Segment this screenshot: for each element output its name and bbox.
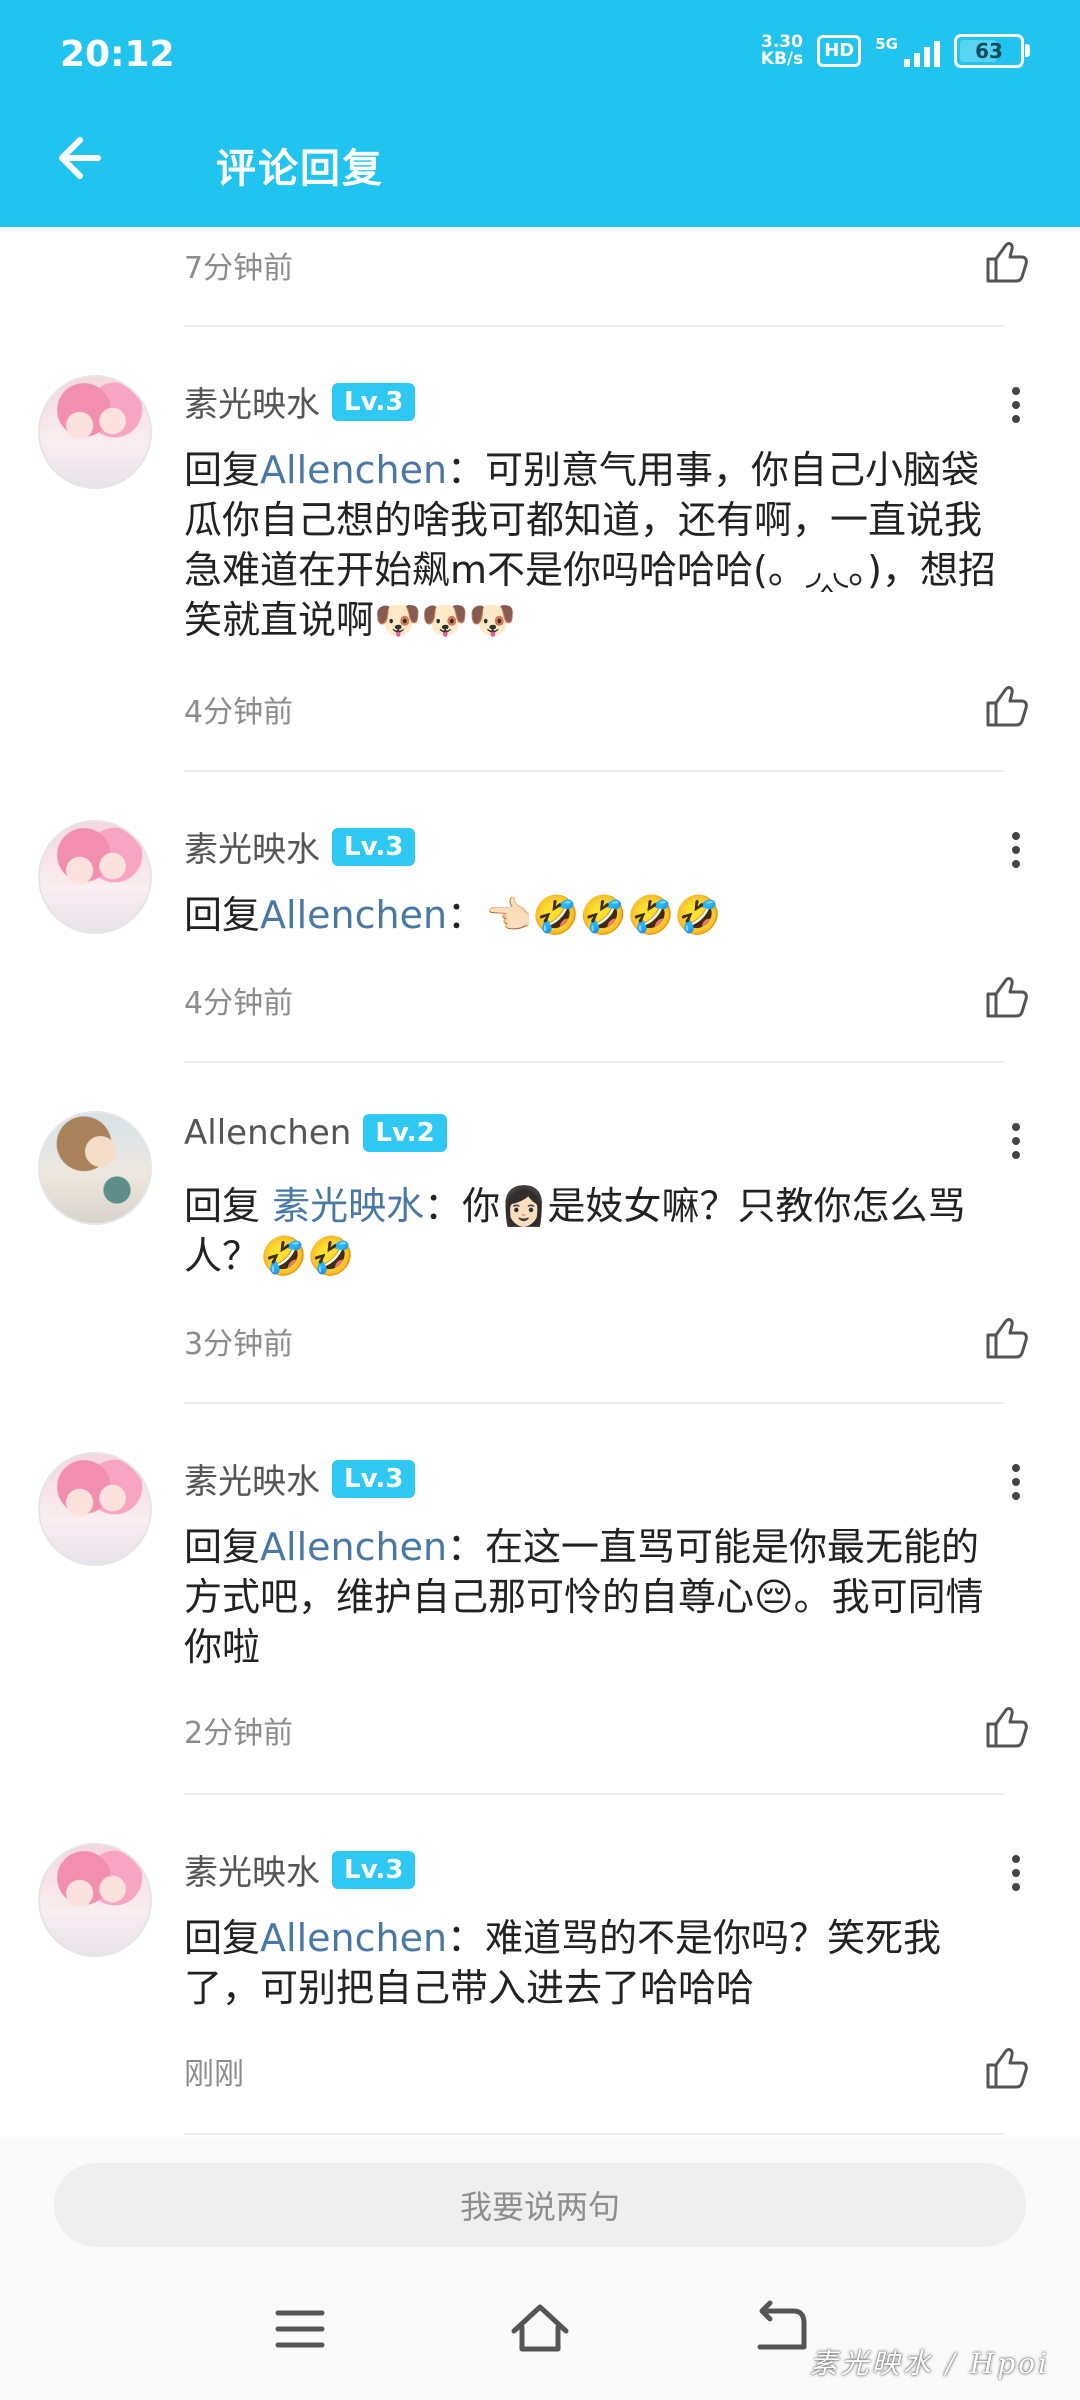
avatar[interactable]: [38, 1843, 152, 1957]
level-badge: Lv.3: [332, 1850, 416, 1889]
divider: [184, 2133, 1004, 2135]
username[interactable]: 素光映水: [184, 377, 320, 426]
thumbs-up-icon[interactable]: [984, 2045, 1030, 2091]
level-badge: Lv.2: [363, 1114, 447, 1152]
level-badge: Lv.3: [332, 827, 416, 866]
avatar[interactable]: [38, 375, 152, 489]
arrow-left-icon: [59, 137, 101, 179]
comment-item: 素光映水 Lv.3 回复Allenchen：可别意气用事，你自己小脑袋瓜你自己想…: [0, 327, 1080, 771]
username[interactable]: 素光映水: [184, 1454, 320, 1503]
comment-time: 4分钟前: [184, 986, 294, 1021]
comment-username-row: 素光映水 Lv.3: [184, 1845, 416, 1894]
reply-input[interactable]: 我要说两句: [54, 2163, 1026, 2247]
more-options-icon[interactable]: [1010, 832, 1022, 872]
avatar[interactable]: [38, 1452, 152, 1566]
bottom-bar: 我要说两句 素光映水 / Hpoi: [0, 2137, 1080, 2400]
comment-text: 回复Allenchen：难道骂的不是你吗？笑死我了，可别把自己带入进去了哈哈哈: [184, 1916, 942, 2010]
comment-username-row: 素光映水 Lv.3: [184, 377, 416, 426]
status-time: 20:12: [60, 34, 175, 75]
comment-text: 回复 素光映水：你👩🏻是妓女嘛？只教你怎么骂人？🤣🤣: [184, 1184, 966, 1278]
comment-time: 3分钟前: [184, 1327, 294, 1362]
more-options-icon[interactable]: [1010, 1464, 1022, 1504]
more-options-icon[interactable]: [1010, 1123, 1022, 1163]
comment-item: 素光映水 Lv.3 回复Allenchen：👈🏻🤣🤣🤣🤣 4分钟前: [0, 772, 1080, 1062]
avatar[interactable]: [38, 1111, 152, 1225]
battery-icon: 63: [954, 34, 1030, 68]
thumbs-up-icon[interactable]: [984, 1315, 1030, 1361]
comment-time: 7分钟前: [184, 251, 294, 286]
list-item: 7分钟前: [0, 227, 1080, 326]
signal-icon: 5G: [875, 35, 940, 67]
hd-icon: HD: [817, 35, 862, 67]
reply-target[interactable]: 素光映水: [272, 1184, 424, 1228]
network-speed: 3.30 KB/s: [760, 32, 804, 69]
username[interactable]: 素光映水: [184, 822, 320, 871]
level-badge: Lv.3: [332, 1459, 416, 1498]
comment-item: 素光映水 Lv.3 回复Allenchen：在这一直骂可能是你最无能的方式吧，维…: [0, 1404, 1080, 1794]
back-button[interactable]: [52, 128, 122, 188]
watermark: 素光映水 / Hpoi: [809, 2347, 1050, 2380]
avatar[interactable]: [38, 820, 152, 934]
thumbs-up-icon[interactable]: [984, 1704, 1030, 1750]
more-options-icon[interactable]: [1010, 1855, 1022, 1895]
comment-username-row: Allenchen Lv.2: [184, 1113, 447, 1153]
level-badge: Lv.3: [332, 382, 416, 421]
status-icons: 3.30 KB/s HD 5G 63: [760, 32, 1030, 69]
comment-time: 4分钟前: [184, 695, 294, 730]
back-nav-icon[interactable]: [748, 2297, 812, 2361]
thumbs-up-icon[interactable]: [984, 683, 1030, 729]
more-options-icon[interactable]: [1010, 387, 1022, 427]
reply-target[interactable]: Allenchen: [260, 893, 447, 937]
username[interactable]: 素光映水: [184, 1845, 320, 1894]
comment-item: 素光映水 Lv.3 回复Allenchen：难道骂的不是你吗？笑死我了，可别把自…: [0, 1795, 1080, 2135]
comment-time: 2分钟前: [184, 1716, 294, 1751]
app-header: 20:12 3.30 KB/s HD 5G 63 评论回复: [0, 0, 1080, 227]
reply-target[interactable]: Allenchen: [260, 1525, 447, 1569]
thumbs-up-icon[interactable]: [984, 974, 1030, 1020]
comment-username-row: 素光映水 Lv.3: [184, 822, 416, 871]
page-title: 评论回复: [216, 146, 384, 192]
comment-text: 回复Allenchen：可别意气用事，你自己小脑袋瓜你自己想的啥我可都知道，还有…: [184, 448, 996, 642]
reply-target[interactable]: Allenchen: [260, 1916, 447, 1960]
home-icon[interactable]: [508, 2297, 572, 2361]
menu-icon[interactable]: [268, 2297, 332, 2361]
comment-username-row: 素光映水 Lv.3: [184, 1454, 416, 1503]
comment-list[interactable]: 7分钟前 素光映水 Lv.3 回复Allenchen：可别意气用事，你自己小脑袋…: [0, 227, 1080, 2137]
thumbs-up-icon[interactable]: [984, 239, 1030, 285]
comment-time: 刚刚: [184, 2057, 244, 2092]
comment-text: 回复Allenchen：在这一直骂可能是你最无能的方式吧，维护自己那可怜的自尊心…: [184, 1525, 984, 1669]
reply-target[interactable]: Allenchen: [260, 448, 447, 492]
comment-item: Allenchen Lv.2 回复 素光映水：你👩🏻是妓女嘛？只教你怎么骂人？🤣…: [0, 1063, 1080, 1403]
username[interactable]: Allenchen: [184, 1113, 351, 1153]
comment-text: 回复Allenchen：👈🏻🤣🤣🤣🤣: [184, 893, 722, 937]
